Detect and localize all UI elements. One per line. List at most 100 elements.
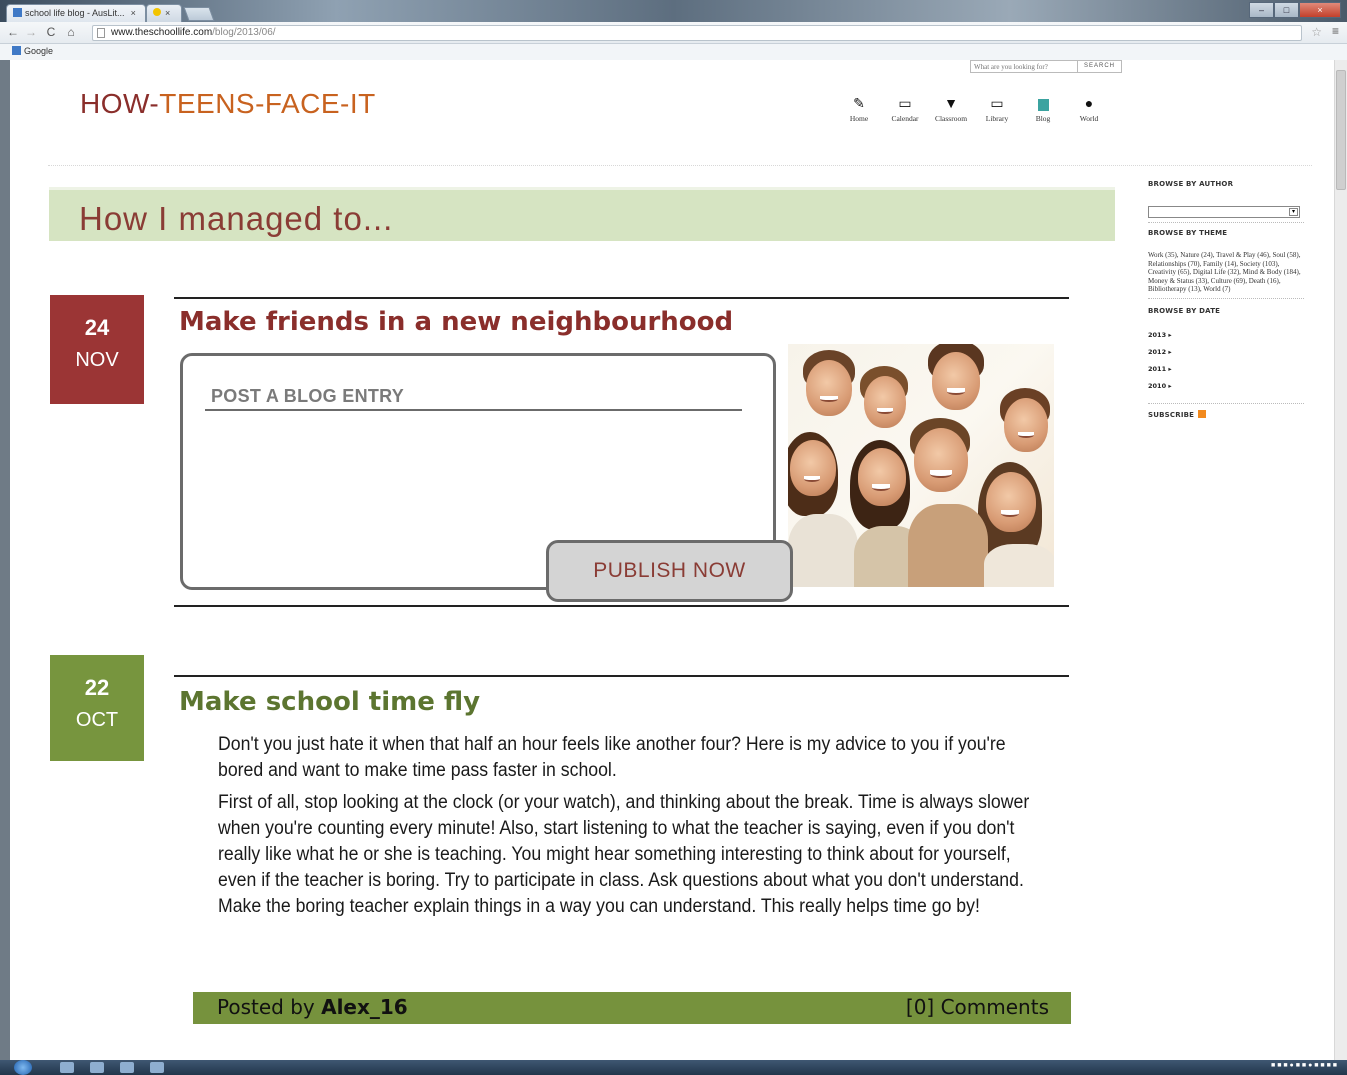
nav-label: Calendar bbox=[891, 114, 919, 123]
sidebar: BROWSE BY AUTHOR ▾ BROWSE BY THEME Work … bbox=[1148, 180, 1304, 419]
bookmarks-bar: Google bbox=[0, 44, 1347, 60]
forward-icon[interactable]: → bbox=[24, 25, 38, 39]
url-path: /blog/2013/06/ bbox=[212, 27, 276, 38]
browser-tab-second[interactable]: × bbox=[146, 4, 182, 22]
close-window-button[interactable]: × bbox=[1299, 2, 1341, 18]
start-button[interactable] bbox=[14, 1060, 32, 1075]
book-icon: ▭ bbox=[990, 97, 1004, 112]
photo-smile bbox=[804, 476, 820, 482]
date-list: 2013 ▸ 2012 ▸ 2011 ▸ 2010 ▸ bbox=[1148, 331, 1304, 399]
nav-label: Classroom bbox=[934, 114, 968, 123]
photo-face bbox=[1004, 398, 1048, 452]
taskbar-app-icon[interactable] bbox=[120, 1062, 134, 1073]
os-taskbar: ■ ■ ■ ● ■ ■ ● ■ ■ ■ ■ bbox=[0, 1060, 1347, 1075]
date-day: 24 bbox=[84, 315, 110, 340]
nav-item-calendar[interactable]: ▭ Calendar bbox=[882, 96, 928, 123]
post2-top-rule bbox=[174, 675, 1069, 677]
page-icon bbox=[97, 28, 105, 38]
post2-paragraph: Don't you just hate it when that half an… bbox=[218, 734, 1006, 781]
globe-icon: ● bbox=[1084, 97, 1094, 112]
browse-author-heading: BROWSE BY AUTHOR bbox=[1148, 180, 1234, 188]
post1-top-rule bbox=[174, 297, 1069, 299]
section-banner: How I managed to... bbox=[49, 187, 1115, 241]
bookmark-star-icon[interactable]: ☆ bbox=[1311, 25, 1322, 39]
menu-icon[interactable]: ≡ bbox=[1332, 24, 1339, 38]
back-icon[interactable]: ← bbox=[6, 25, 20, 39]
year-link-2013[interactable]: 2013 ▸ bbox=[1148, 331, 1304, 348]
photo-smile bbox=[947, 388, 965, 395]
nav-item-library[interactable]: ▭ Library bbox=[974, 96, 1020, 123]
google-icon bbox=[12, 46, 21, 55]
new-tab-button[interactable] bbox=[183, 7, 215, 21]
taskbar-app-icon[interactable] bbox=[90, 1062, 104, 1073]
photo-face bbox=[914, 428, 968, 492]
reload-icon[interactable]: C bbox=[44, 25, 58, 39]
date-month: NOV bbox=[75, 349, 119, 371]
site-nav: ✎ Home ▭ Calendar ▼ Classroom ▭ Library … bbox=[836, 96, 1112, 123]
photo-smile bbox=[877, 408, 893, 414]
scrollbar-thumb[interactable] bbox=[1336, 70, 1346, 190]
photo-face bbox=[790, 440, 836, 496]
browser-chrome: school life blog - AusLit... × × – □ × ← … bbox=[0, 0, 1347, 60]
date-day: 22 bbox=[84, 675, 110, 700]
theme-list[interactable]: Work (35), Nature (24), Travel & Play (4… bbox=[1148, 251, 1304, 294]
nav-label: Library bbox=[985, 114, 1009, 123]
post2-footer: Posted by Alex_16 [0] Comments bbox=[193, 992, 1071, 1024]
system-tray: ■ ■ ■ ● ■ ■ ● ■ ■ ■ ■ bbox=[1271, 1062, 1337, 1069]
photo-shirt bbox=[984, 544, 1054, 587]
date-month: OCT bbox=[75, 709, 119, 731]
browser-tab-active[interactable]: school life blog - AusLit... × bbox=[6, 4, 146, 22]
nav-label: World bbox=[1079, 114, 1099, 123]
author-link[interactable]: Alex_16 bbox=[321, 995, 408, 1019]
year-link-2012[interactable]: 2012 ▸ bbox=[1148, 348, 1304, 365]
photo-face bbox=[986, 472, 1036, 532]
year-link-2010[interactable]: 2010 ▸ bbox=[1148, 382, 1304, 399]
photo-smile bbox=[1001, 510, 1019, 517]
author-select[interactable]: ▾ bbox=[1148, 206, 1300, 218]
nav-label: Home bbox=[849, 114, 869, 123]
photo-face bbox=[806, 360, 852, 416]
search-input[interactable] bbox=[970, 60, 1078, 73]
sidebar-divider bbox=[1148, 402, 1304, 404]
bookmark-google[interactable]: Google bbox=[24, 46, 53, 56]
blog-box-label: POST A BLOG ENTRY bbox=[211, 386, 405, 406]
tab-close-icon[interactable]: × bbox=[165, 8, 170, 18]
taskbar-app-icon[interactable] bbox=[60, 1062, 74, 1073]
photo-face bbox=[858, 448, 906, 506]
taskbar-app-icon[interactable] bbox=[150, 1062, 164, 1073]
sidebar-divider bbox=[1148, 222, 1304, 223]
photo-smile bbox=[820, 396, 838, 402]
url-host: www.theschoollife.com bbox=[111, 27, 213, 38]
post2-title[interactable]: Make school time fly bbox=[179, 687, 480, 717]
photo-shirt bbox=[908, 504, 988, 587]
site-title[interactable]: HOW-TEENS-FACE-IT bbox=[80, 88, 376, 120]
nav-item-blog[interactable]: Blog bbox=[1020, 96, 1066, 123]
photo-shirt bbox=[788, 514, 858, 587]
year-link-2011[interactable]: 2011 ▸ bbox=[1148, 365, 1304, 382]
comments-link[interactable]: [0] Comments bbox=[906, 995, 1049, 1019]
page-scrollbar[interactable] bbox=[1334, 60, 1347, 1060]
nav-item-world[interactable]: ● World bbox=[1066, 96, 1112, 123]
photo-smile bbox=[1018, 432, 1034, 438]
search-button[interactable]: SEARCH bbox=[1078, 60, 1122, 73]
maximize-button[interactable]: □ bbox=[1274, 2, 1299, 18]
publish-now-button[interactable]: PUBLISH NOW bbox=[546, 540, 793, 602]
favicon-icon bbox=[13, 8, 22, 17]
home-icon[interactable]: ⌂ bbox=[64, 25, 78, 39]
tab-close-icon[interactable]: × bbox=[131, 8, 136, 18]
nav-item-home[interactable]: ✎ Home bbox=[836, 96, 882, 123]
nav-item-classroom[interactable]: ▼ Classroom bbox=[928, 96, 974, 123]
calendar-icon: ▭ bbox=[898, 97, 912, 112]
blog-box-underline bbox=[205, 409, 742, 411]
posted-by: Posted by Alex_16 bbox=[217, 995, 408, 1019]
subscribe-label: SUBSCRIBE bbox=[1148, 410, 1195, 419]
minimize-button[interactable]: – bbox=[1249, 2, 1274, 18]
post1-title[interactable]: Make friends in a new neighbourhood bbox=[179, 307, 733, 337]
photo-smile bbox=[930, 470, 952, 478]
address-bar[interactable]: www.theschoollife.com/blog/2013/06/ bbox=[92, 25, 1302, 41]
photo-face bbox=[864, 376, 906, 428]
post2-paragraph: First of all, stop looking at the clock … bbox=[218, 792, 1030, 917]
subscribe-link[interactable]: SUBSCRIBE bbox=[1148, 409, 1304, 419]
page-title: How I managed to... bbox=[79, 200, 394, 237]
post2-date-badge: 22 OCT bbox=[50, 655, 144, 761]
